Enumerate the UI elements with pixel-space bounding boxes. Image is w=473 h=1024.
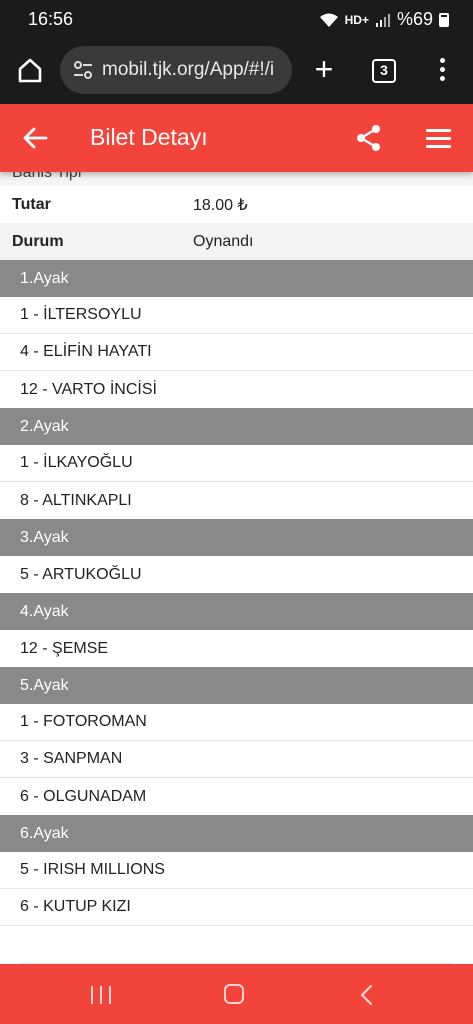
leg-header: 3.Ayak	[0, 519, 473, 556]
url-text[interactable]: mobil.tjk.org/App/#!/i	[102, 59, 274, 81]
plus-icon[interactable]: +	[310, 53, 338, 86]
horse-selection-row: 6 - OLGUNADAM	[20, 787, 147, 805]
horse-selection-row: 1 - İLTERSOYLU	[0, 297, 473, 334]
battery-percent: %69	[396, 9, 433, 29]
horse-selection-row: 8 - ALTINKAPLI	[20, 491, 132, 509]
horse-selection-row: 3 - SANPMAN	[0, 741, 473, 778]
cut-off-detail-row: Bahis Tipi	[0, 172, 473, 186]
back-nav-icon[interactable]	[358, 984, 376, 1006]
details-table: Tutar 18.00 ₺ Durum Oynandı	[0, 186, 473, 260]
detail-value: 18.00 ₺	[193, 196, 248, 214]
detail-row: Durum Oynandı	[0, 223, 473, 260]
detail-row: Tutar 18.00 ₺	[0, 186, 473, 223]
hamburger-icon[interactable]	[426, 129, 451, 148]
app-header: Bilet Detayı	[0, 104, 473, 172]
horse-selection-row: 5 - ARTUKOĞLU	[20, 565, 142, 583]
legs-list: 1.Ayak 1 - İLTERSOYLU 4 - ELİFİN HAYATI 12 …	[0, 260, 473, 926]
arrow-back-icon[interactable]	[22, 126, 48, 150]
horse-selection-row: 12 - ŞEMSE	[20, 639, 109, 657]
ticket-detail-content[interactable]: Bahis Tipi Tutar 18.00 ₺ Durum Oynandı 1.Ay…	[0, 172, 473, 964]
horse-selection-row: 1 - FOTOROMAN	[0, 704, 473, 741]
home-icon[interactable]	[16, 56, 44, 84]
wifi-icon	[319, 12, 339, 28]
url-bar[interactable]: mobil.tjk.org/App/#!/i	[60, 46, 292, 94]
tune-icon[interactable]	[72, 59, 94, 81]
leg-header: 2.Ayak	[0, 408, 473, 445]
recents-icon[interactable]	[91, 986, 111, 1004]
signal-icon	[375, 13, 391, 27]
browser-toolbar: mobil.tjk.org/App/#!/i + 3	[0, 38, 473, 104]
horse-selection-row: 6 - KUTUP KIZI	[0, 889, 473, 926]
tabs-icon[interactable]: 3	[372, 59, 396, 83]
horse-selection-row: 12 - VARTO İNCİSİ	[20, 380, 157, 398]
battery-icon	[439, 12, 449, 27]
leg-header: 1.Ayak	[0, 260, 473, 297]
leg-header: 5.Ayak	[0, 667, 473, 704]
status-time: 16:56	[28, 9, 74, 29]
detail-label: Tutar	[12, 195, 51, 213]
leg-header: 6.Ayak	[0, 815, 473, 852]
horse-selection-row: 5 - IRISH MILLIONS	[0, 852, 473, 889]
horse-selection-row: 4 - ELİFİN HAYATI	[0, 334, 473, 371]
detail-label: Durum	[12, 232, 64, 250]
leg-header: 4.Ayak	[0, 593, 473, 630]
status-icons: HD+ %69	[319, 9, 449, 30]
home-nav-icon[interactable]	[224, 984, 244, 1004]
cut-off-label: Bahis Tipi	[12, 172, 82, 181]
status-bar: 16:56 HD+ %69	[0, 0, 473, 38]
more-vert-icon[interactable]	[432, 55, 452, 85]
horse-selection-row: 1 - İLKAYOĞLU	[0, 445, 473, 482]
page-title: Bilet Detayı	[90, 124, 208, 150]
system-nav-bar	[0, 964, 473, 1024]
network-type-label: HD+	[344, 12, 369, 27]
detail-value: Oynandı	[193, 232, 254, 250]
share-icon[interactable]	[355, 124, 383, 152]
